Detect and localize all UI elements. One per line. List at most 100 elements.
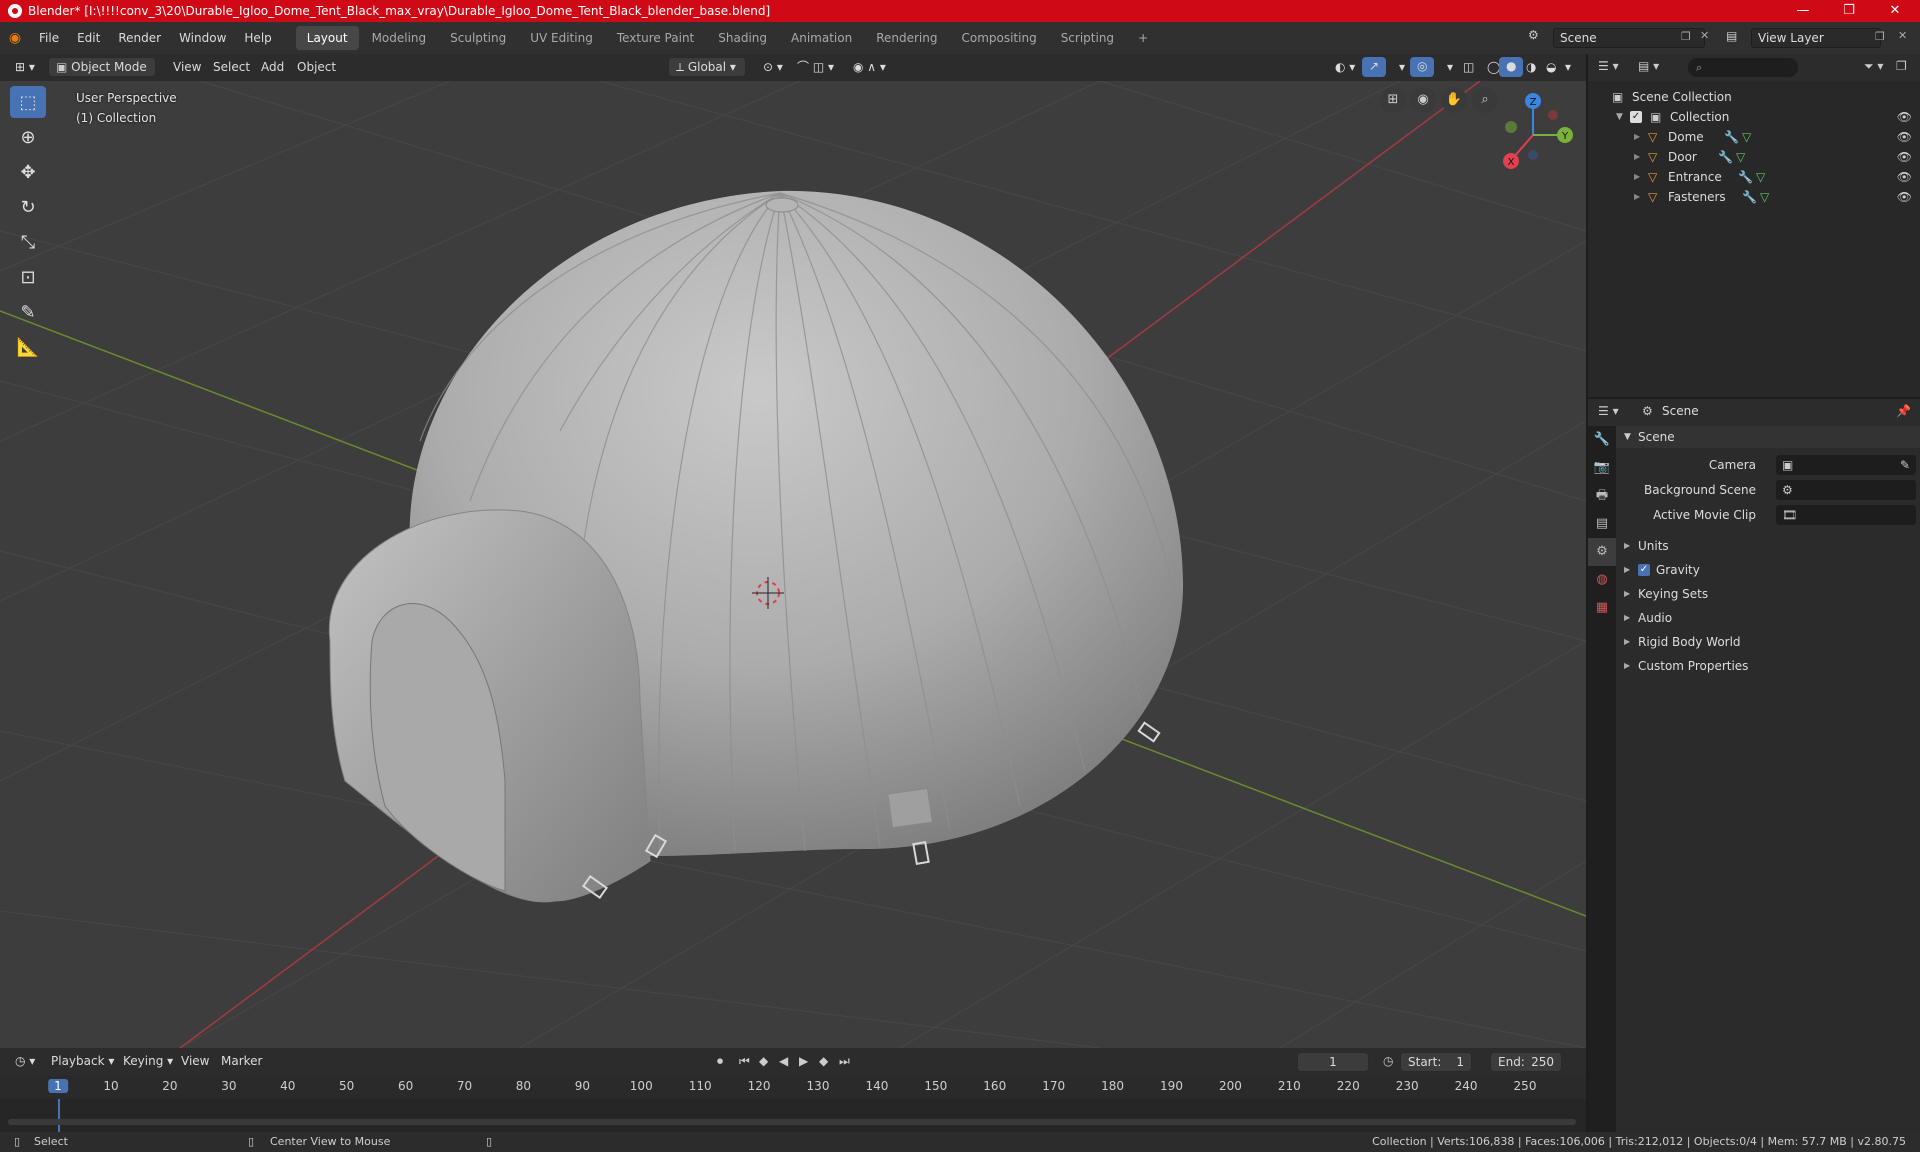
display-mode-icon[interactable]: ▤ ▾: [1638, 59, 1659, 73]
menu-keying[interactable]: Keying ▾: [116, 1052, 180, 1072]
scene-tab-icon[interactable]: ⚙: [1588, 538, 1616, 566]
expand-arrow-icon[interactable]: ▶: [1634, 147, 1640, 167]
shading-dropdown-icon[interactable]: ▾: [1558, 58, 1578, 78]
new-scene-icon[interactable]: ❐: [1681, 30, 1691, 43]
mode-selector[interactable]: ▣ Object Mode ▾: [48, 57, 156, 92]
toggle-camera-grid-icon[interactable]: ⊞: [1380, 87, 1406, 113]
properties-editor-type-icon[interactable]: ☰ ▾: [1598, 404, 1619, 418]
custom-properties-panel[interactable]: ▶ Custom Properties: [1616, 655, 1920, 677]
tab-shading[interactable]: Shading: [707, 26, 778, 50]
measure-tool-icon[interactable]: 📐: [10, 331, 46, 363]
rotate-tool-icon[interactable]: ↻: [10, 191, 46, 223]
world-tab-icon[interactable]: ◍: [1588, 566, 1616, 594]
collection-checkbox[interactable]: ✓: [1630, 111, 1642, 123]
menu-select[interactable]: Select: [206, 58, 257, 78]
menu-playback[interactable]: Playback ▾: [44, 1052, 121, 1072]
gizmo-toggle-icon[interactable]: ↗: [1362, 57, 1387, 77]
keying-sets-panel[interactable]: ▶ Keying Sets: [1616, 583, 1920, 605]
move-tool-icon[interactable]: ✥: [10, 156, 46, 188]
visibility-icon[interactable]: ◐ ▾: [1328, 58, 1362, 78]
orientation-selector[interactable]: ⟂ Global ▾: [668, 57, 746, 77]
transform-tool-icon[interactable]: ⊡: [10, 261, 46, 293]
outliner-row-scene-collection[interactable]: ▣ Scene Collection: [1588, 87, 1920, 107]
menu-marker[interactable]: Marker: [214, 1052, 269, 1072]
tab-layout[interactable]: Layout: [295, 26, 359, 50]
tab-modeling[interactable]: Modeling: [361, 26, 438, 50]
view-layer-tab-icon[interactable]: ▤: [1588, 510, 1616, 538]
eye-icon[interactable]: 👁: [1897, 127, 1912, 147]
jump-end-icon[interactable]: ⏭: [832, 1052, 857, 1072]
menu-view[interactable]: View: [174, 1052, 216, 1072]
expand-arrow-icon[interactable]: ▶: [1634, 127, 1640, 147]
scale-tool-icon[interactable]: ⤡: [10, 226, 46, 258]
outliner-row-fasteners[interactable]: ▶ ▽ Fasteners 🔧 ▽ 👁: [1588, 187, 1920, 207]
current-frame-field[interactable]: 1: [1297, 1052, 1369, 1072]
view-layer-selector[interactable]: View Layer: [1751, 28, 1881, 48]
expand-arrow-icon[interactable]: ▶: [1634, 187, 1640, 207]
pan-hand-icon[interactable]: ✋: [1441, 87, 1467, 113]
preview-range-icon[interactable]: ◷: [1376, 1052, 1400, 1072]
scene-panel-header[interactable]: ▼ Scene: [1616, 426, 1920, 448]
gravity-panel[interactable]: ▶ ✓ Gravity: [1616, 559, 1920, 581]
outliner-row-door[interactable]: ▶ ▽ Door 🔧 ▽ 👁: [1588, 147, 1920, 167]
menu-file[interactable]: File: [30, 31, 68, 45]
eye-icon[interactable]: 👁: [1897, 107, 1912, 127]
new-collection-icon[interactable]: ❐: [1896, 59, 1907, 73]
expand-arrow-icon[interactable]: ▶: [1634, 167, 1640, 187]
zoom-icon[interactable]: ⌕: [1472, 87, 1498, 113]
units-panel[interactable]: ▶ Units: [1616, 535, 1920, 557]
tab-compositing[interactable]: Compositing: [950, 26, 1047, 50]
eyedropper-icon[interactable]: ✎: [1900, 455, 1910, 475]
menu-render[interactable]: Render: [109, 31, 170, 45]
menu-window[interactable]: Window: [170, 31, 235, 45]
delete-view-layer-icon[interactable]: ✕: [1898, 29, 1907, 42]
timeline-scrollbar[interactable]: [8, 1119, 1576, 1125]
delete-scene-icon[interactable]: ✕: [1700, 29, 1709, 42]
render-tab-icon[interactable]: 📷: [1588, 454, 1616, 482]
texture-tab-icon[interactable]: ▦: [1588, 594, 1616, 622]
minimize-button[interactable]: —: [1780, 0, 1826, 22]
pivot-point-icon[interactable]: ⊙ ▾: [756, 58, 790, 78]
active-movie-clip-field[interactable]: 🎞: [1776, 505, 1916, 525]
new-view-layer-icon[interactable]: ❐: [1875, 30, 1885, 43]
xray-icon[interactable]: ◫: [1456, 58, 1481, 78]
tool-tab-icon[interactable]: 🔧: [1588, 426, 1616, 454]
end-frame-field[interactable]: End: 250: [1490, 1052, 1562, 1072]
cursor-tool-icon[interactable]: ⊕: [10, 121, 46, 153]
tab-sculpting[interactable]: Sculpting: [439, 26, 517, 50]
menu-view[interactable]: View: [166, 58, 208, 78]
start-frame-field[interactable]: Start: 1: [1400, 1052, 1472, 1072]
eye-icon[interactable]: 👁: [1897, 167, 1912, 187]
pin-icon[interactable]: 📌: [1896, 404, 1911, 418]
eye-icon[interactable]: 👁: [1897, 147, 1912, 167]
menu-help[interactable]: Help: [235, 31, 280, 45]
gravity-checkbox[interactable]: ✓: [1638, 564, 1650, 576]
tab-scripting[interactable]: Scripting: [1050, 26, 1125, 50]
tab-rendering[interactable]: Rendering: [865, 26, 948, 50]
snap-icon[interactable]: ⌒ ◫ ▾: [790, 58, 841, 78]
tab-uv-editing[interactable]: UV Editing: [519, 26, 604, 50]
blender-menu-icon[interactable]: ◉: [0, 30, 30, 46]
menu-add[interactable]: Add: [254, 58, 291, 78]
outliner-row-entrance[interactable]: ▶ ▽ Entrance 🔧 ▽ 👁: [1588, 167, 1920, 187]
output-tab-icon[interactable]: 🖶: [1588, 482, 1616, 510]
camera-field[interactable]: ▣ ✎: [1776, 455, 1916, 475]
outliner-editor-type-icon[interactable]: ☰ ▾: [1598, 59, 1619, 73]
tab-texture-paint[interactable]: Texture Paint: [606, 26, 705, 50]
eye-icon[interactable]: 👁: [1897, 187, 1912, 207]
timeline-track-area[interactable]: [0, 1099, 1586, 1132]
background-scene-field[interactable]: ⚙: [1776, 480, 1916, 500]
outliner-row-dome[interactable]: ▶ ▽ Dome 🔧 ▽ 👁: [1588, 127, 1920, 147]
add-workspace-button[interactable]: +: [1127, 26, 1159, 50]
close-button[interactable]: ✕: [1872, 0, 1918, 22]
menu-object[interactable]: Object: [290, 58, 343, 78]
proportional-edit-icon[interactable]: ◉ ∧ ▾: [846, 58, 893, 78]
timeline-editor-type-icon[interactable]: ◷ ▾: [8, 1052, 42, 1072]
annotate-tool-icon[interactable]: ✎: [10, 296, 46, 328]
3d-viewport[interactable]: Z X Y User Perspective (1) Collection ⊞ …: [0, 81, 1586, 1048]
tab-animation[interactable]: Animation: [780, 26, 863, 50]
maximize-button[interactable]: ❐: [1826, 0, 1872, 22]
camera-view-icon[interactable]: ◉: [1410, 87, 1436, 113]
outliner-search-input[interactable]: ⌕: [1688, 58, 1798, 77]
filter-icon[interactable]: ⏷ ▾: [1864, 59, 1883, 74]
